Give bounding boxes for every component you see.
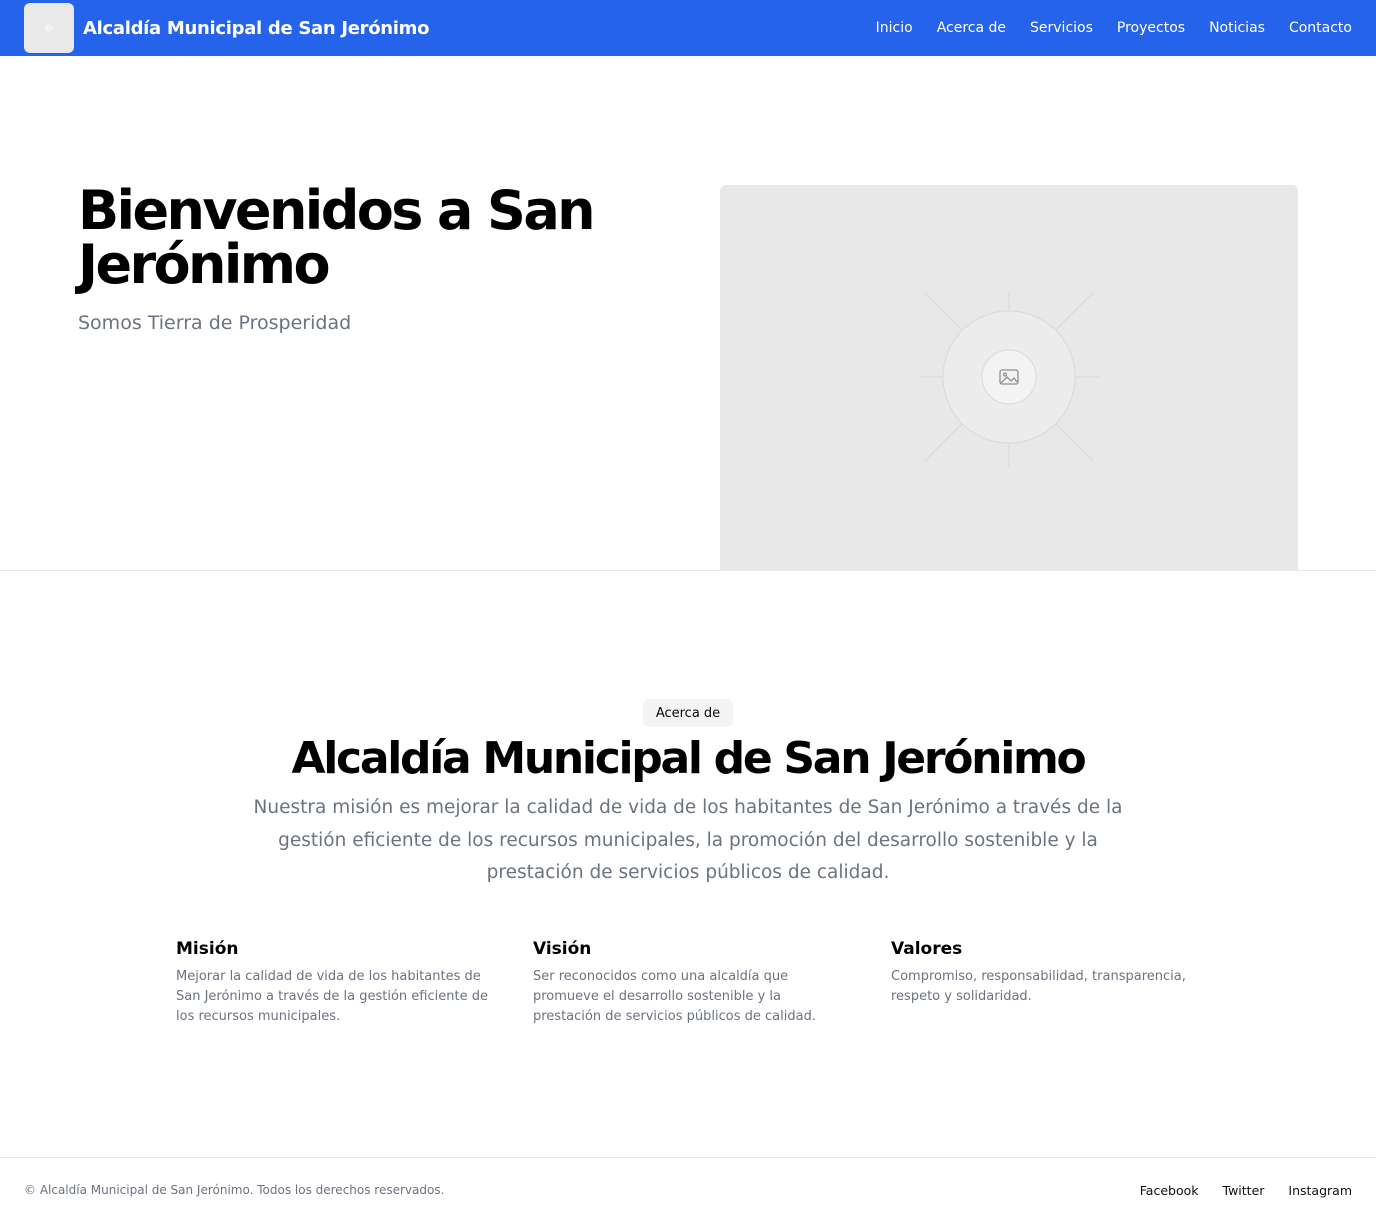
- hero-title: Bienvenidos a San Jerónimo: [78, 179, 596, 296]
- feature-text: Compromiso, responsabilidad, transparenc…: [891, 969, 1186, 1004]
- site-footer: © Alcaldía Municipal de San Jerónimo. To…: [0, 1157, 1376, 1222]
- about-description: Nuestra misión es mejorar la calidad de …: [253, 797, 1123, 883]
- about-title: Alcaldía Municipal de San Jerónimo: [291, 733, 1087, 784]
- nav-noticias[interactable]: Noticias: [1209, 20, 1265, 36]
- hero-subtitle: Somos Tierra de Prosperidad: [78, 312, 352, 334]
- nav-proyectos[interactable]: Proyectos: [1117, 20, 1185, 36]
- feature-title: Misión: [176, 939, 239, 959]
- nav-servicios[interactable]: Servicios: [1030, 20, 1093, 36]
- feature-valores: Valores Compromiso, responsabilidad, tra…: [891, 939, 1201, 1007]
- hero-section: Bienvenidos a San Jerónimo Somos Tierra …: [0, 56, 1376, 571]
- feature-mision: Misión Mejorar la calidad de vida de los…: [176, 939, 494, 1027]
- instagram-link[interactable]: Instagram: [1288, 1183, 1352, 1198]
- main-nav: Inicio Acerca de Servicios Proyectos Not…: [876, 20, 1352, 36]
- site-header: Alcaldía Municipal de San Jerónimo Inici…: [0, 0, 1376, 56]
- brand-name[interactable]: Alcaldía Municipal de San Jerónimo: [83, 18, 429, 39]
- social-links: Facebook Twitter Instagram: [1140, 1183, 1352, 1198]
- feature-vision: Visión Ser reconocidos como una alcaldía…: [533, 939, 833, 1027]
- twitter-link[interactable]: Twitter: [1223, 1183, 1265, 1198]
- feature-text: Mejorar la calidad de vida de los habita…: [176, 969, 488, 1024]
- image-placeholder-icon: [919, 292, 1099, 467]
- feature-title: Valores: [891, 939, 963, 959]
- feature-title: Visión: [533, 939, 592, 959]
- logo-icon: [45, 24, 53, 32]
- hero-image-placeholder: [720, 185, 1298, 571]
- nav-contacto[interactable]: Contacto: [1289, 20, 1352, 36]
- feature-text: Ser reconocidos como una alcaldía que pr…: [533, 969, 816, 1024]
- facebook-link[interactable]: Facebook: [1140, 1183, 1199, 1198]
- about-badge: Acerca de: [643, 699, 733, 727]
- nav-inicio[interactable]: Inicio: [876, 20, 913, 36]
- nav-acerca-de[interactable]: Acerca de: [937, 20, 1006, 36]
- copyright-text: © Alcaldía Municipal de San Jerónimo. To…: [24, 1183, 445, 1197]
- logo[interactable]: [24, 3, 74, 53]
